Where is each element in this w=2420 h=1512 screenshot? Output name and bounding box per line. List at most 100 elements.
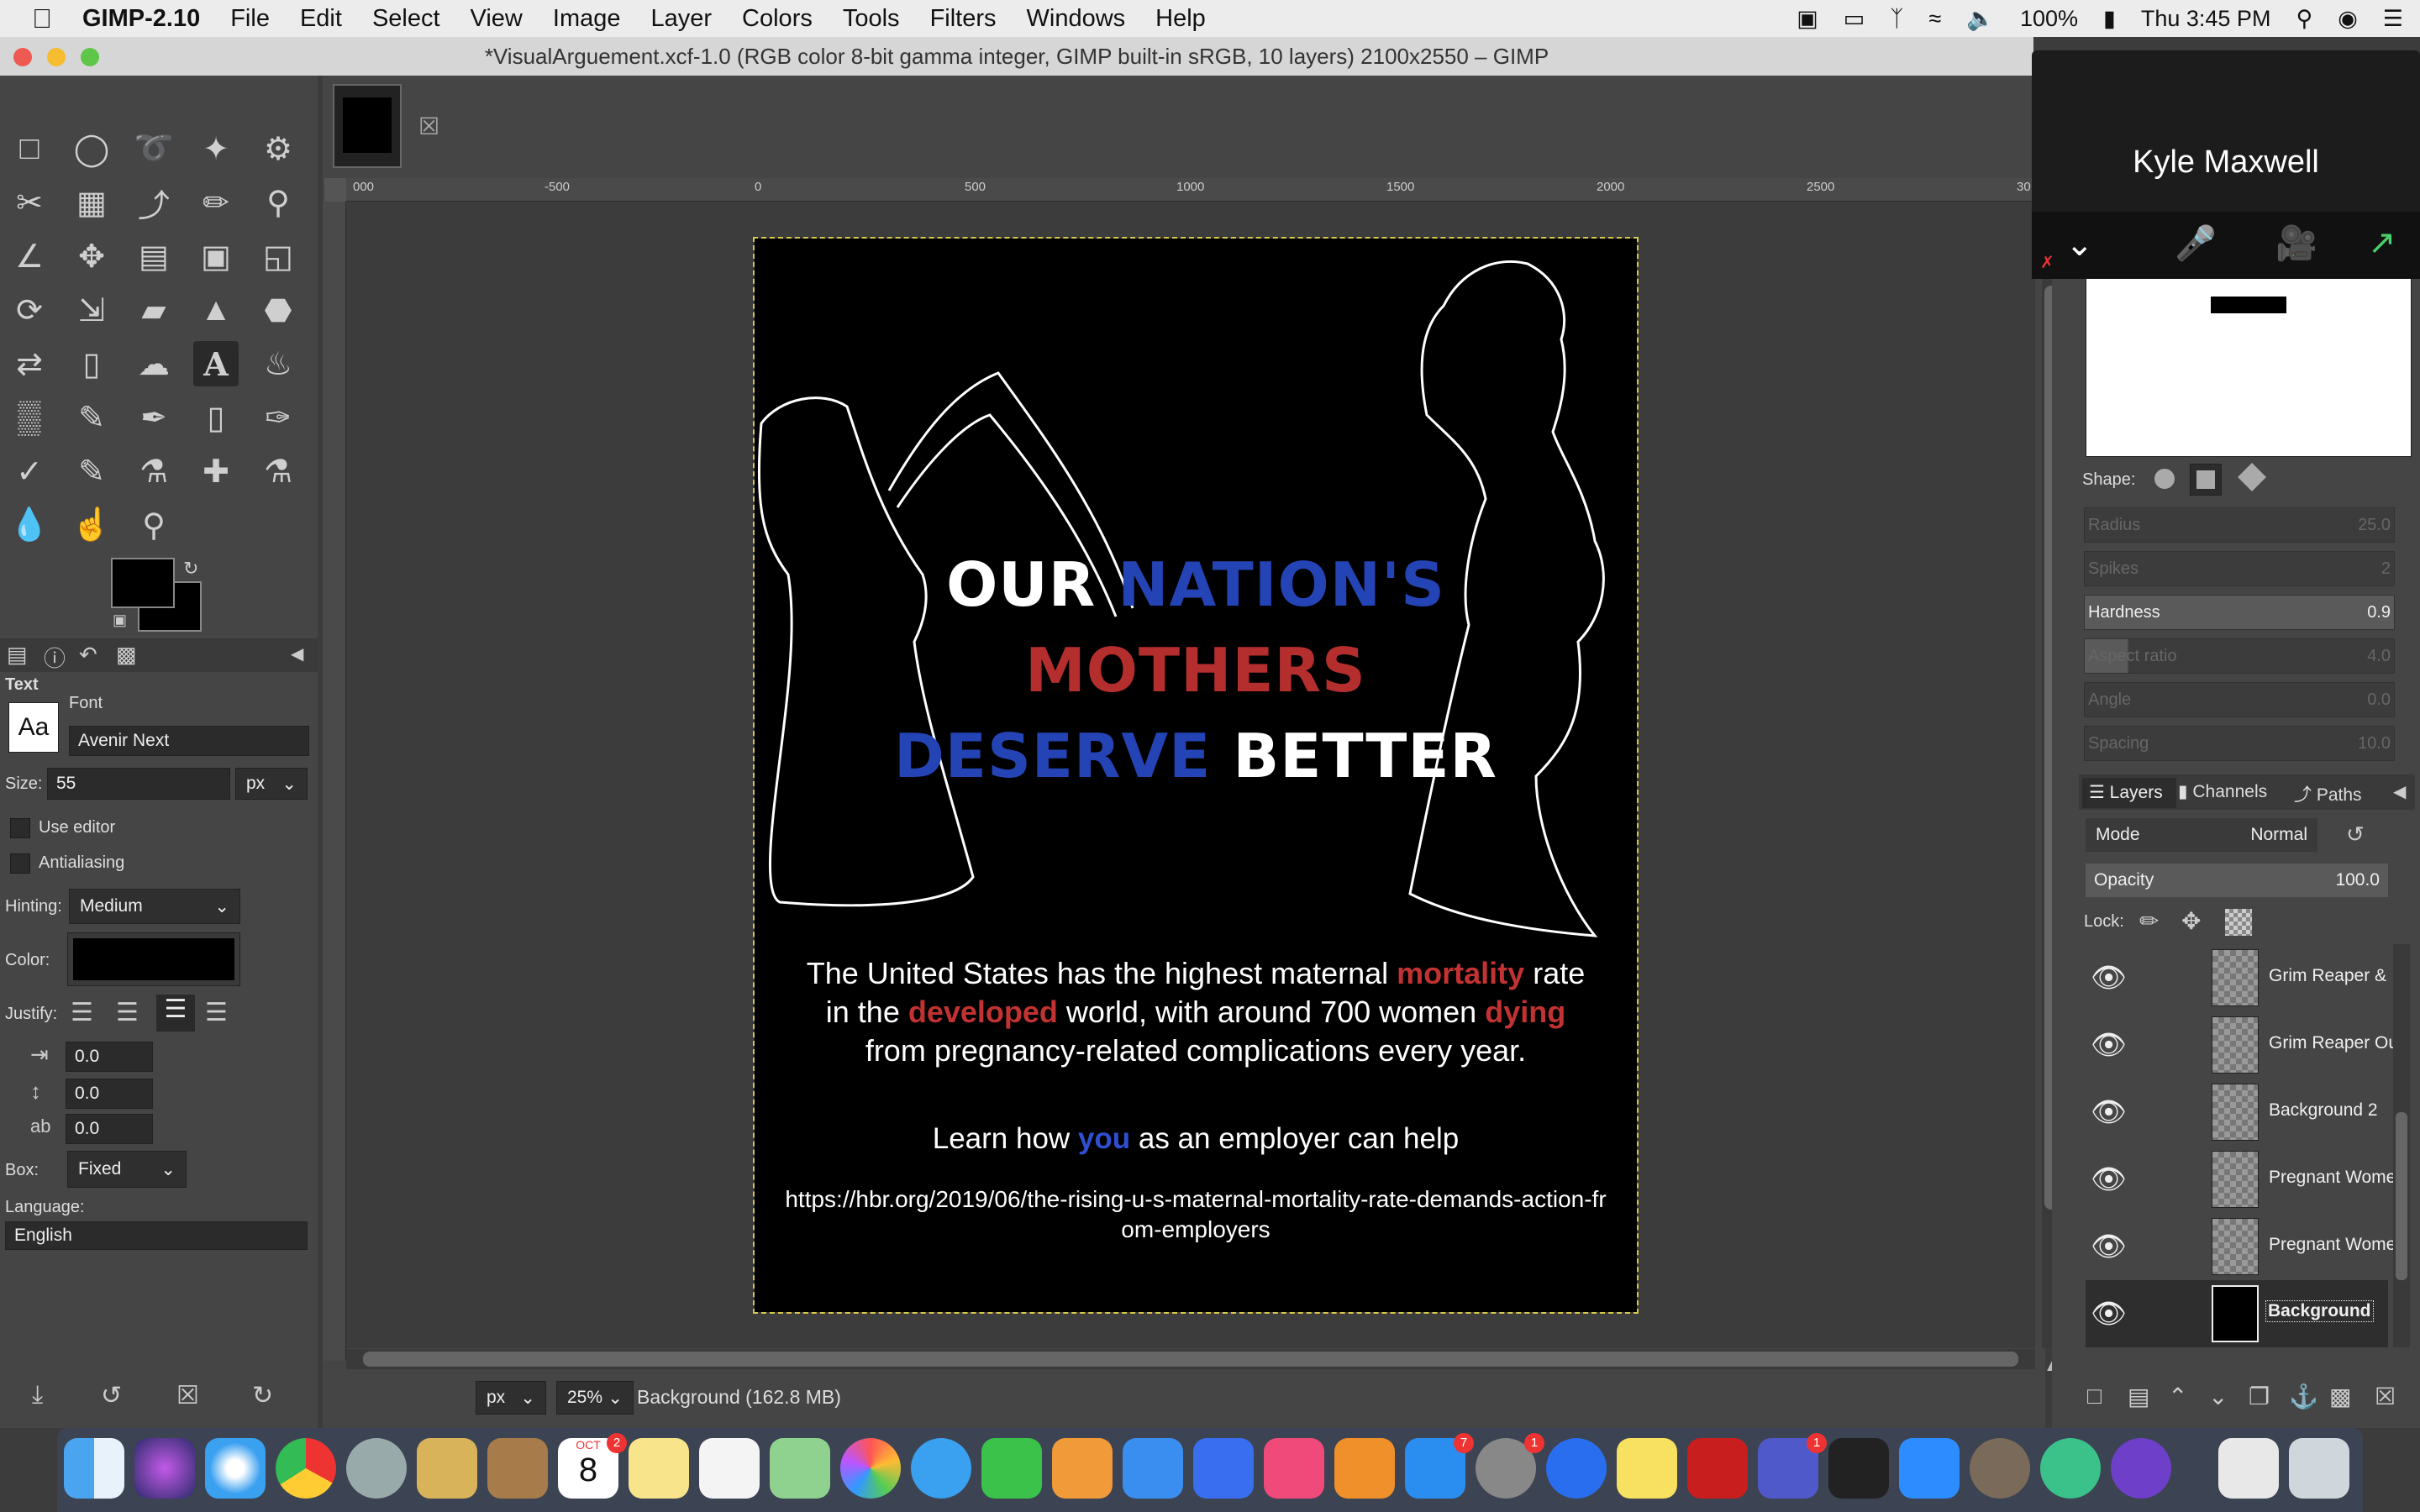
facetime-icon[interactable] — [981, 1438, 1042, 1499]
paths-icon[interactable]: ⤴ — [131, 180, 176, 225]
pages-icon[interactable] — [1052, 1438, 1113, 1499]
menu-image[interactable]: Image — [538, 5, 636, 33]
share-screen-icon[interactable]: ↗ — [2368, 223, 2396, 262]
eye-icon[interactable]: 👁 — [2091, 1230, 2127, 1263]
app-menu[interactable]: GIMP-2.10 — [67, 5, 215, 33]
layer-row[interactable]: 👁 Pregnant Wome — [2086, 1213, 2396, 1280]
language-input[interactable]: English — [5, 1221, 308, 1250]
layer-row[interactable]: 👁 Grim Reaper & — [2086, 944, 2388, 1011]
pencil-icon[interactable]: ✎ — [69, 395, 114, 440]
heal-icon[interactable]: ✚ — [193, 449, 239, 494]
zoom-app-icon[interactable] — [1899, 1438, 1960, 1499]
lower-layer-icon[interactable]: ⌄ — [2208, 1383, 2228, 1410]
foreground-color-swatch[interactable] — [111, 558, 175, 608]
font-input[interactable]: Avenir Next — [69, 726, 309, 756]
foreground-select-icon[interactable]: ⚙ — [255, 126, 301, 171]
menu-file[interactable]: File — [215, 5, 285, 33]
use-editor-checkbox[interactable] — [10, 818, 30, 838]
bluetooth-icon[interactable]: ᛉ — [1890, 6, 1903, 32]
zoom-status-icon[interactable]: ▣ — [1797, 6, 1818, 32]
menu-select[interactable]: Select — [357, 5, 455, 33]
move-icon[interactable]: ✥ — [69, 234, 114, 279]
menu-view[interactable]: View — [455, 5, 538, 33]
close-window-button[interactable] — [13, 48, 32, 66]
video-call-window[interactable]: Kyle Maxwell ⌄ 🎤 🎥 ↗ ✗ — [2032, 50, 2420, 279]
handle-transform-icon[interactable]: ☁ — [131, 341, 176, 386]
notes-icon[interactable] — [629, 1438, 689, 1499]
mypaint-brush-icon[interactable]: ✎ — [69, 449, 114, 494]
undo-history-tab-icon[interactable]: ↶ — [79, 642, 97, 668]
device-status-tab-icon[interactable]: ⓘ — [44, 642, 66, 673]
unified-transform-icon[interactable]: ◱ — [255, 234, 301, 279]
spotlight-icon[interactable]: ⚲ — [2296, 6, 2312, 32]
reminders-icon[interactable] — [699, 1438, 760, 1499]
battery-percent[interactable]: 100% — [2020, 6, 2078, 32]
maps-icon[interactable] — [770, 1438, 830, 1499]
mode-select[interactable]: Mode Normal — [2086, 818, 2317, 852]
scissors-select-icon[interactable]: ✂ — [7, 180, 52, 225]
layer-row-selected[interactable]: 👁 Background — [2086, 1280, 2388, 1347]
restore-options-icon[interactable]: ↺ — [101, 1381, 122, 1410]
zoom-select[interactable]: 25% ⌄ — [556, 1381, 634, 1415]
zoom-window-button[interactable] — [81, 48, 99, 66]
menu-help[interactable]: Help — [1140, 5, 1221, 33]
hardness-slider[interactable]: Hardness 0.9 — [2084, 595, 2395, 630]
acrobat-icon[interactable] — [1687, 1438, 1748, 1499]
shape-circle-icon[interactable] — [2154, 469, 2175, 489]
poster-canvas[interactable]: OUR NATION'S MOTHERS DESERVE BETTER The … — [753, 237, 1639, 1314]
volume-icon[interactable]: 🔈 — [1966, 5, 1995, 32]
measure-icon[interactable]: ∠ — [7, 234, 52, 279]
new-layer-icon[interactable]: □ — [2087, 1383, 2102, 1410]
zoom-tool-icon[interactable]: ⚲ — [255, 180, 301, 225]
eye-icon[interactable]: 👁 — [2091, 1095, 2127, 1129]
github-desktop-icon[interactable] — [2111, 1438, 2171, 1499]
tab-paths[interactable]: ⤴ Paths — [2294, 781, 2362, 806]
contacts-icon[interactable] — [487, 1438, 548, 1499]
default-colors-icon[interactable]: ▣ — [113, 612, 127, 629]
preview-icon[interactable] — [417, 1438, 477, 1499]
audacity-icon[interactable] — [1828, 1438, 1889, 1499]
color-picker-icon[interactable]: ✏ — [193, 180, 239, 225]
opacity-slider[interactable]: Opacity 100.0 — [2086, 864, 2388, 897]
paintbrush-icon[interactable]: ✒ — [131, 395, 176, 440]
fuzzy-select-icon[interactable]: ✦ — [193, 126, 239, 171]
warp-icon[interactable]: ⇄ — [7, 341, 52, 386]
tab-channels[interactable]: ▮ Channels — [2178, 781, 2267, 802]
line-spacing-input[interactable]: 0.0 — [66, 1079, 153, 1109]
font-preview[interactable]: Aa — [8, 702, 59, 753]
ellipse-select-icon[interactable]: ◯ — [69, 126, 114, 171]
spikes-slider[interactable]: Spikes 2 — [2084, 551, 2395, 586]
tool-options-tab-icon[interactable]: ▤ — [7, 642, 28, 668]
finder-icon[interactable] — [64, 1438, 124, 1499]
layers-scrollbar[interactable] — [2393, 944, 2410, 1347]
minimize-window-button[interactable] — [47, 48, 66, 66]
quicktime-icon[interactable] — [1546, 1438, 1607, 1499]
box-select[interactable]: Fixed ⌄ — [67, 1151, 187, 1188]
text-tool-icon[interactable]: A — [193, 341, 239, 386]
new-layer-group-icon[interactable]: ▤ — [2128, 1383, 2149, 1410]
menu-windows[interactable]: Windows — [1012, 5, 1141, 33]
layer-row[interactable]: 👁 Background 2 — [2086, 1079, 2388, 1146]
swap-colors-icon[interactable]: ↻ — [183, 558, 198, 580]
raise-layer-icon[interactable]: ⌃ — [2168, 1383, 2187, 1410]
justify-fill-icon[interactable]: ☰ — [205, 998, 228, 1027]
unit-select[interactable]: px ⌄ — [476, 1381, 546, 1415]
apple-icon[interactable]:  — [0, 3, 67, 34]
photos-icon[interactable] — [840, 1438, 901, 1499]
shape-square-icon[interactable] — [2190, 464, 2222, 496]
dodge-burn-icon[interactable]: ⚲ — [131, 502, 176, 548]
wifi-icon[interactable]: ≈ — [1928, 6, 1941, 32]
smudge-icon[interactable]: ☝ — [69, 502, 114, 548]
siri-dock-icon[interactable] — [134, 1438, 195, 1499]
notification-center-icon[interactable]: ☰ — [2383, 6, 2403, 32]
bucket-fill-icon[interactable]: ♨ — [255, 341, 301, 386]
mute-microphone-icon[interactable]: 🎤 — [2175, 223, 2217, 263]
flip-icon[interactable]: ▲ — [193, 287, 239, 333]
rect-select-icon[interactable]: □ — [7, 126, 52, 171]
size-unit-select[interactable]: px ⌄ — [235, 768, 308, 800]
stickies-icon[interactable] — [1617, 1438, 1677, 1499]
tab-layers[interactable]: ☰ Layers — [2082, 778, 2176, 808]
reset-mode-icon[interactable]: ↺ — [2346, 822, 2365, 848]
keynote-icon[interactable] — [1193, 1438, 1254, 1499]
lock-alpha-icon[interactable] — [2225, 909, 2252, 936]
